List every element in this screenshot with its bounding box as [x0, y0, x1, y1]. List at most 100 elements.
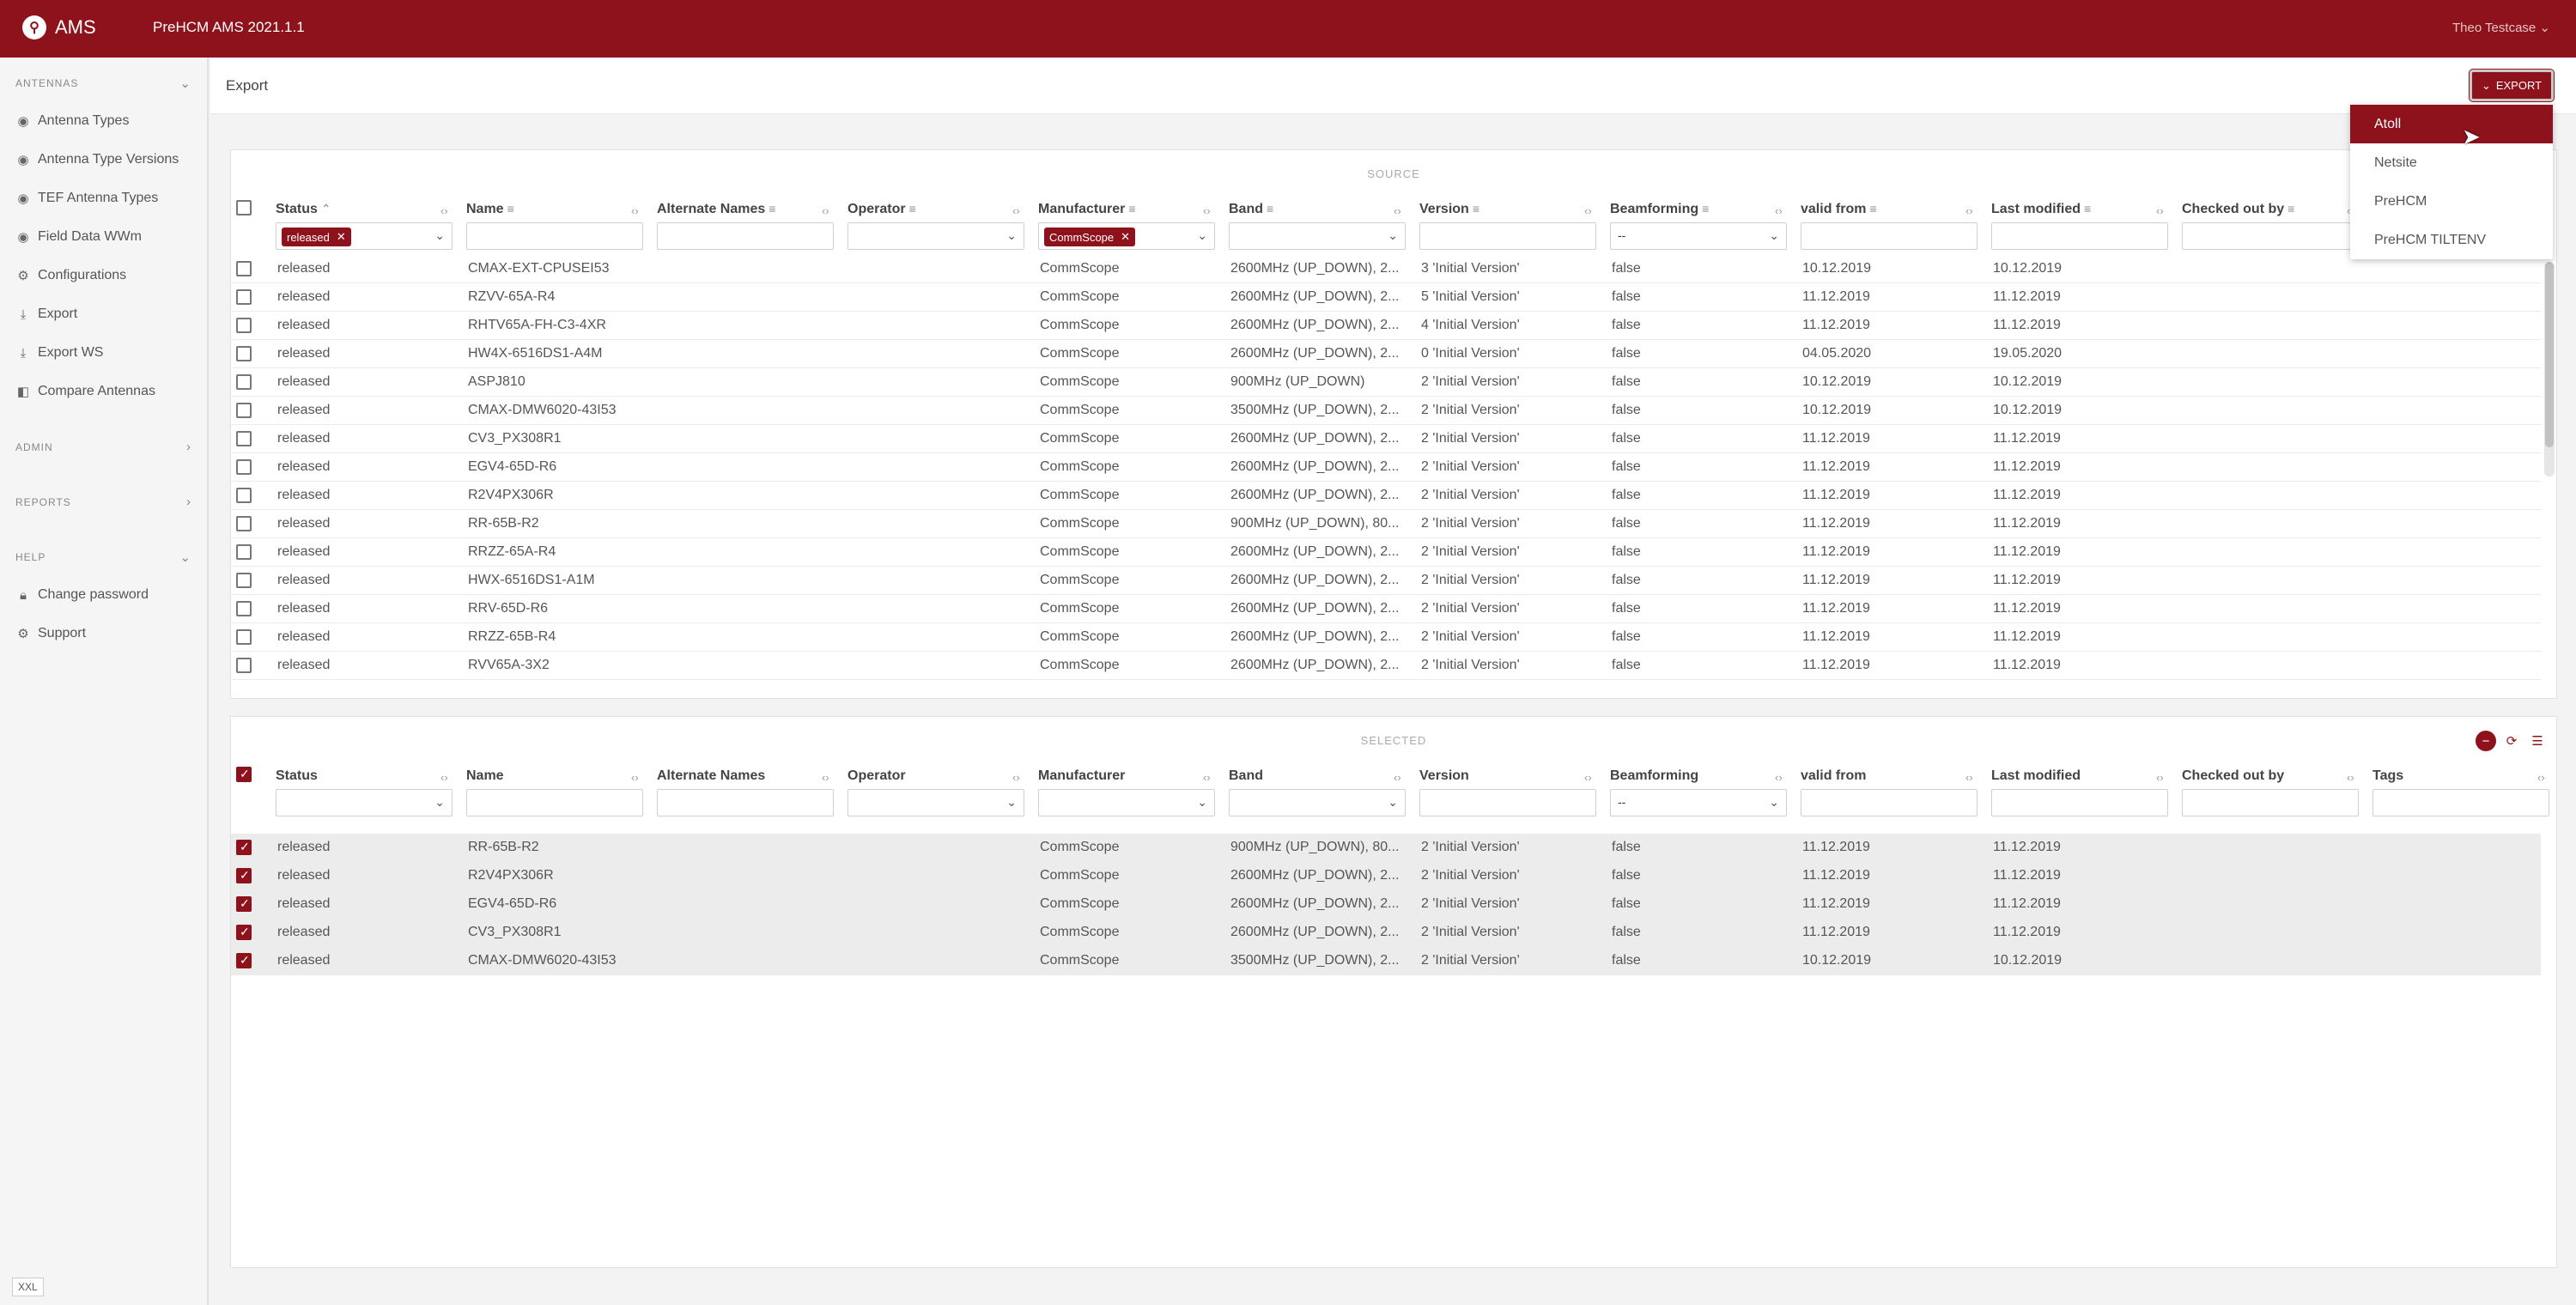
column-header[interactable]: Version	[1419, 768, 1469, 784]
filter-sort-icon[interactable]: ≡	[1267, 202, 1273, 215]
filter-input[interactable]	[1991, 222, 2168, 250]
column-resize-icon[interactable]: ‹›	[1965, 771, 1973, 784]
column-resize-icon[interactable]: ‹›	[1394, 771, 1401, 784]
table-row[interactable]: released RZVV-65A-R4 CommScope 2600MHz (UP_…	[231, 283, 2541, 312]
filter-select[interactable]: ⌄	[1229, 222, 1406, 250]
filter-select[interactable]: ⌄ released ✕	[276, 222, 453, 250]
table-row[interactable]: released CMAX-DMW6020-43I53 CommScope 3500M…	[231, 397, 2541, 425]
table-row[interactable]: released ASPJ810 CommScope 900MHz (UP_DOWN)…	[231, 368, 2541, 397]
column-header[interactable]: valid from ≡	[1801, 202, 1877, 217]
column-header[interactable]: Beamforming	[1610, 768, 1698, 784]
sidebar-item-configurations[interactable]: ⚙ Configurations	[15, 268, 126, 283]
row-checkbox[interactable]	[236, 868, 252, 883]
export-menu-item[interactable]: PreHCM	[2350, 182, 2553, 221]
sidebar-item-tef-antenna-types[interactable]: ◉ TEF Antenna Types	[15, 191, 158, 206]
filter-input[interactable]	[466, 789, 643, 816]
filter-select[interactable]: ⌄	[1229, 789, 1406, 816]
sidebar-item-antenna-types[interactable]: ◉ Antenna Types	[15, 113, 129, 129]
table-row[interactable]: released RRZZ-65B-R4 CommScope 2600MHz (UP_…	[231, 623, 2541, 652]
filter-select[interactable]: ⌄ --	[1610, 789, 1787, 816]
select-all-checkbox[interactable]	[236, 200, 252, 215]
column-resize-icon[interactable]: ‹›	[1965, 204, 1973, 217]
row-checkbox[interactable]	[236, 459, 252, 475]
close-icon[interactable]: ✕	[337, 230, 346, 244]
row-checkbox[interactable]	[236, 658, 252, 673]
remove-icon[interactable]: −	[2476, 731, 2496, 751]
column-header[interactable]: valid from	[1801, 768, 1866, 784]
filter-sort-icon[interactable]: ≡	[507, 202, 514, 215]
filter-sort-icon[interactable]: ≡	[1869, 202, 1876, 215]
column-header[interactable]: Checked out by	[2182, 768, 2284, 784]
row-checkbox[interactable]	[236, 431, 252, 446]
table-row[interactable]: released HWX-6516DS1-A1M CommScope 2600MHz …	[231, 567, 2541, 595]
row-checkbox[interactable]	[236, 403, 252, 418]
filter-input[interactable]	[1419, 222, 1596, 250]
column-header[interactable]: Band ≡	[1229, 202, 1273, 217]
column-header[interactable]: Last modified	[1991, 768, 2081, 784]
checklist-icon[interactable]: ☰	[2527, 731, 2548, 751]
column-resize-icon[interactable]: ‹›	[631, 771, 639, 784]
table-row[interactable]: released RRZZ-65A-R4 CommScope 2600MHz (UP_…	[231, 538, 2541, 567]
table-row[interactable]: released RRV-65D-R6 CommScope 2600MHz (UP_D…	[231, 595, 2541, 623]
filter-sort-icon[interactable]: ≡	[1473, 202, 1479, 215]
table-row[interactable]: released R2V4PX306R CommScope 2600MHz (UP_D…	[231, 862, 2541, 890]
filter-input[interactable]	[657, 222, 834, 250]
filter-sort-icon[interactable]: ≡	[1702, 202, 1709, 215]
column-header[interactable]: Band	[1229, 768, 1263, 784]
row-checkbox[interactable]	[236, 544, 252, 560]
filter-input[interactable]	[1801, 789, 1978, 816]
row-checkbox[interactable]	[236, 374, 252, 390]
table-row[interactable]: released RR-65B-R2 CommScope 900MHz (UP_DOW…	[231, 834, 2541, 862]
column-resize-icon[interactable]: ‹›	[1584, 204, 1592, 217]
table-row[interactable]: released CMAX-EXT-CPUSEI53 CommScope 2600MH…	[231, 255, 2541, 283]
column-resize-icon[interactable]: ‹›	[2347, 771, 2354, 784]
export-menu-item[interactable]: Netsite	[2350, 143, 2553, 182]
row-checkbox[interactable]	[236, 261, 252, 276]
filter-input[interactable]	[1801, 222, 1978, 250]
column-header[interactable]: Last modified ≡	[1991, 202, 2091, 217]
column-resize-icon[interactable]: ‹›	[1012, 771, 1020, 784]
column-resize-icon[interactable]: ‹›	[822, 204, 829, 217]
column-resize-icon[interactable]: ‹›	[2537, 771, 2545, 784]
sidebar-section-antennas[interactable]: ANTENNAS ⌄	[15, 76, 191, 91]
row-checkbox[interactable]	[236, 516, 252, 531]
sort-asc-icon[interactable]: ⌃	[321, 202, 331, 215]
table-row[interactable]: released RR-65B-R2 CommScope 900MHz (UP_DOW…	[231, 510, 2541, 538]
row-checkbox[interactable]	[236, 289, 252, 305]
column-resize-icon[interactable]: ‹›	[1203, 204, 1211, 217]
sidebar-item-export[interactable]: ⤓ Export	[15, 307, 78, 322]
column-header[interactable]: Status	[276, 768, 318, 784]
sidebar-item-compare-antennas[interactable]: ◧ Compare Antennas	[15, 384, 155, 399]
export-button[interactable]: ⌄ EXPORT	[2469, 69, 2555, 102]
table-row[interactable]: released HW4X-6516DS1-A4M CommScope 2600MHz…	[231, 340, 2541, 368]
sidebar-section-admin[interactable]: ADMIN ›	[15, 440, 191, 454]
column-header[interactable]: Manufacturer ≡	[1038, 202, 1136, 217]
column-resize-icon[interactable]: ‹›	[631, 204, 639, 217]
export-menu-item[interactable]: Atoll	[2350, 105, 2553, 143]
filter-input[interactable]	[2372, 789, 2549, 816]
source-scrollbar[interactable]	[2544, 262, 2555, 476]
filter-input[interactable]	[2182, 789, 2359, 816]
row-checkbox[interactable]	[236, 925, 252, 940]
select-all-checkbox[interactable]	[236, 767, 252, 782]
sidebar-section-help[interactable]: HELP ⌄	[15, 550, 191, 565]
column-header[interactable]: Operator ≡	[848, 202, 916, 217]
filter-select[interactable]: ⌄ CommScope ✕	[1038, 222, 1215, 250]
sidebar-item-export-ws[interactable]: ⤓ Export WS	[15, 345, 104, 361]
sidebar-section-reports[interactable]: REPORTS ›	[15, 495, 191, 509]
row-checkbox[interactable]	[236, 840, 252, 855]
column-resize-icon[interactable]: ‹›	[1012, 204, 1020, 217]
filter-input[interactable]	[466, 222, 643, 250]
filter-select[interactable]: ⌄	[848, 789, 1024, 816]
column-resize-icon[interactable]: ‹›	[1394, 204, 1401, 217]
close-icon[interactable]: ✕	[1121, 230, 1130, 244]
table-row[interactable]: released RHTV65A-FH-C3-4XR CommScope 2600MH…	[231, 312, 2541, 340]
column-resize-icon[interactable]: ‹›	[440, 771, 448, 784]
sidebar-item-antenna-type-versions[interactable]: ◉ Antenna Type Versions	[15, 152, 179, 167]
column-header[interactable]: Alternate Names	[657, 768, 765, 784]
row-checkbox[interactable]	[236, 318, 252, 333]
column-header[interactable]: Name ≡	[466, 202, 514, 217]
column-resize-icon[interactable]: ‹›	[822, 771, 829, 784]
column-header[interactable]: Version ≡	[1419, 202, 1479, 217]
row-checkbox[interactable]	[236, 573, 252, 588]
